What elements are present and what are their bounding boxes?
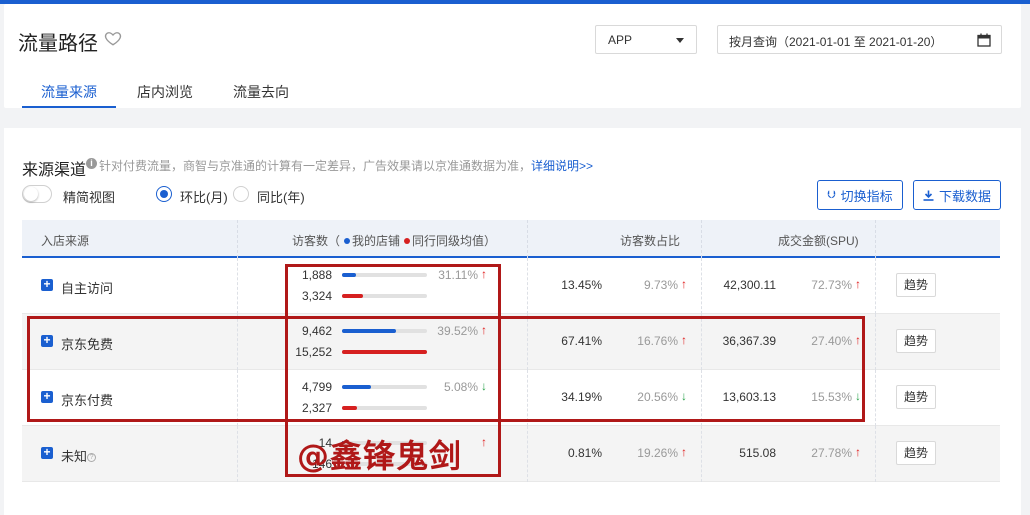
info-icon: i: [86, 158, 97, 169]
platform-select[interactable]: APP: [595, 25, 697, 54]
col-divider: [875, 426, 876, 482]
page-title: 流量路径: [18, 33, 98, 55]
peer-avg-dot: [404, 237, 411, 244]
caret-down-icon: [676, 38, 684, 43]
question-icon[interactable]: ?: [87, 453, 97, 463]
col-divider: [875, 220, 876, 258]
col-divider: [875, 314, 876, 370]
up-arrow-icon: ↑: [855, 445, 861, 459]
col-divider: [701, 220, 702, 258]
col-divider: [701, 258, 702, 314]
radio-mom[interactable]: [156, 186, 172, 202]
trend-button[interactable]: 趋势: [896, 385, 936, 409]
col-divider: [701, 426, 702, 482]
col-divider: [237, 426, 238, 482]
visitor-share-change: 19.26%: [637, 446, 678, 460]
col-source: 入店来源: [41, 234, 90, 248]
col-divider: [875, 258, 876, 314]
col-divider: [527, 220, 528, 258]
switch-metrics-button[interactable]: ⮋ 切换指标: [817, 180, 903, 210]
visitor-share: 0.81%: [567, 446, 602, 460]
detail-link[interactable]: 详细说明>>: [531, 159, 593, 173]
source-name-text: 自主访问: [61, 281, 114, 296]
radio-yoy-label: 同比(年): [257, 190, 305, 205]
up-arrow-icon: ↑: [681, 277, 687, 291]
source-name: 未知?: [61, 446, 97, 465]
visitor-share: 13.45%: [561, 278, 602, 292]
platform-select-value: APP: [608, 33, 633, 47]
switch-metrics-label: 切换指标: [840, 188, 893, 204]
tab-traffic-source[interactable]: 流量来源: [41, 82, 97, 102]
up-arrow-icon: ↑: [681, 445, 687, 459]
col-visitors-close: ）: [484, 234, 497, 248]
expand-plus-icon[interactable]: +: [41, 446, 53, 459]
source-name-text: 未知: [61, 449, 88, 464]
col-visitors: 访客数（ 我的店铺 同行同级均值）: [292, 232, 496, 249]
col-divider: [237, 258, 238, 314]
active-tab-indicator: [22, 106, 116, 108]
section-note: 针对付费流量，商智与京准通的计算有一定差异，广告效果请以京准通数据为准，详细说明…: [99, 157, 593, 174]
col-divider: [237, 220, 238, 258]
tab-in-store-browse[interactable]: 店内浏览: [137, 82, 193, 102]
calendar-icon: [977, 33, 991, 47]
download-icon: [923, 190, 934, 201]
legend-my-store: 我的店铺: [352, 234, 401, 248]
trend-button[interactable]: 趋势: [896, 273, 936, 297]
col-visitor-share: 访客数占比: [620, 234, 681, 248]
up-arrow-icon: ↑: [855, 277, 861, 291]
date-range-value: 按月查询（2021-01-01 至 2021-01-20）: [729, 35, 943, 49]
my-store-dot: [344, 237, 351, 244]
table-row: + 自主访问 1,888 3,324 31.11% ↑ 13.45% 9.73%…: [22, 258, 1000, 314]
col-divider: [527, 258, 528, 314]
double-chevron-down-icon: ⮋: [827, 188, 836, 201]
annotation-box-jd-rows: [27, 316, 865, 422]
trend-button[interactable]: 趋势: [896, 441, 936, 465]
col-divider: [527, 426, 528, 482]
col-divider: [875, 370, 876, 426]
expand-plus-icon[interactable]: +: [41, 278, 53, 291]
legend-peer-avg: 同行同级均值: [412, 234, 485, 248]
trend-button[interactable]: 趋势: [896, 329, 936, 353]
date-range-picker[interactable]: 按月查询（2021-01-01 至 2021-01-20）: [717, 25, 1002, 54]
section-note-text: 针对付费流量，商智与京准通的计算有一定差异，广告效果请以京准通数据为准，: [99, 159, 532, 173]
source-name: 自主访问: [61, 278, 113, 297]
watermark: @鑫锋鬼剑: [297, 437, 463, 475]
section-title: 来源渠道: [22, 162, 87, 179]
simple-view-label: 精简视图: [63, 190, 116, 205]
download-data-label: 下载数据: [938, 188, 991, 204]
radio-mom-label: 环比(月): [180, 190, 228, 205]
col-visitors-label: 访客数（: [292, 234, 341, 248]
gmv-value: 515.08: [739, 446, 776, 460]
col-gmv: 成交金额(SPU): [778, 234, 859, 248]
table-row: + 未知? 14 146 ↑ 0.81% 19.26% ↑ 515.08 27.…: [22, 426, 1000, 482]
simple-view-toggle[interactable]: [22, 185, 52, 203]
heart-icon[interactable]: [104, 29, 122, 47]
radio-yoy[interactable]: [233, 186, 249, 202]
gmv-change: 72.73%: [811, 278, 852, 292]
gmv-value: 42,300.11: [723, 278, 777, 292]
download-data-button[interactable]: 下载数据: [913, 180, 1001, 210]
visitor-share-change: 9.73%: [643, 278, 678, 292]
toggle-knob: [24, 187, 38, 201]
gmv-change: 27.78%: [811, 446, 852, 460]
table-header: 入店来源 访客数（ 我的店铺 同行同级均值） 访客数占比 成交金额(SPU): [22, 220, 1000, 258]
tab-traffic-destination[interactable]: 流量去向: [233, 82, 289, 102]
